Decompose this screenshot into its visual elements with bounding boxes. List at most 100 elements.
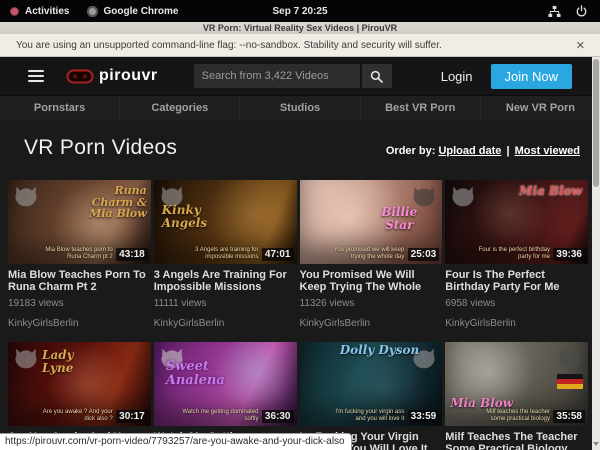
page-title-row: VR Porn Videos Order by: Upload date | M…	[0, 120, 600, 180]
hamburger-menu-icon[interactable]	[28, 70, 44, 82]
video-title[interactable]: 3 Angels Are Training For Impossible Mis…	[154, 269, 297, 293]
main-nav: Pornstars Categories Studios Best VR Por…	[0, 95, 600, 120]
video-thumbnail[interactable]: Mia Blow Milf teaches the teacher some p…	[445, 342, 588, 426]
video-thumbnail[interactable]: Runa Charm & Mia Blow Mia Blow teaches p…	[8, 180, 151, 264]
studio-link[interactable]: KinkyGirlsBerlin	[300, 318, 443, 329]
thumbnail-overlay-title: Mia Blow	[450, 397, 522, 410]
studio-link[interactable]: KinkyGirlsBerlin	[8, 318, 151, 329]
studio-link[interactable]: KinkyGirlsBerlin	[445, 318, 588, 329]
video-grid: Runa Charm & Mia Blow Mia Blow teaches p…	[0, 180, 600, 450]
join-now-button[interactable]: Join Now	[491, 64, 572, 89]
thumbnail-overlay-title: Mia Blow	[512, 185, 582, 198]
video-title[interactable]: You Promised We Will Keep Trying The Who…	[300, 269, 443, 293]
order-upload-date-link[interactable]: Upload date	[438, 145, 501, 157]
chrome-infobar: You are using an unsupported command-lin…	[0, 34, 600, 57]
video-card[interactable]: Billie Star You promised we will keep tr…	[300, 180, 443, 329]
app-menu-button[interactable]: Google Chrome	[87, 6, 178, 17]
infobar-message: You are using an unsupported command-lin…	[12, 40, 573, 51]
order-by-label: Order by:	[386, 145, 436, 157]
thumbnail-overlay-title: Billie Star	[368, 206, 430, 231]
thumbnail-caption: Are you awake ? And your dick also ?	[33, 409, 113, 423]
scrollbar-thumb[interactable]	[593, 59, 599, 187]
studio-watermark-cat-icon	[411, 346, 437, 370]
video-card[interactable]: Mia Blow Four is the perfect birthday pa…	[445, 180, 588, 329]
nav-studios[interactable]: Studios	[239, 96, 359, 120]
network-tray-icon[interactable]	[548, 5, 561, 18]
studio-watermark-cat-icon	[159, 346, 185, 370]
thumbnail-overlay-title: Lady Lyne	[42, 349, 106, 374]
video-card[interactable]: Kinky Angels 3 Angels are training for i…	[154, 180, 297, 329]
search-bar	[194, 64, 392, 88]
video-card[interactable]: Mia Blow Milf teaches the teacher some p…	[445, 342, 588, 450]
studio-watermark-cat-icon	[13, 184, 39, 208]
search-icon	[370, 70, 383, 83]
thumbnail-caption: 3 Angels are training for impossible mis…	[179, 247, 259, 261]
search-input[interactable]	[194, 64, 360, 88]
studio-watermark-cat-icon	[450, 184, 476, 208]
studio-watermark-cat-icon	[411, 184, 437, 208]
status-url-bubble: https://pirouvr.com/vr-porn-video/779325…	[0, 433, 352, 450]
scrollbar-down-arrow-icon[interactable]	[592, 439, 600, 449]
video-thumbnail[interactable]: Kinky Angels 3 Angels are training for i…	[154, 180, 297, 264]
duration-badge: 30:17	[116, 410, 148, 423]
video-title[interactable]: Four Is The Perfect Birthday Party For M…	[445, 269, 588, 293]
chrome-app-icon	[87, 6, 98, 17]
logo-text: pirouvr	[99, 67, 158, 85]
german-flag-icon	[557, 374, 583, 389]
activities-button[interactable]: Activities	[10, 6, 69, 17]
studio-watermark-cat-icon	[159, 184, 185, 208]
video-title[interactable]: Milf Teaches The Teacher Some Practical …	[445, 431, 588, 450]
duration-badge: 25:03	[408, 248, 440, 261]
view-count: 19183 views	[8, 298, 151, 309]
thumbnail-overlay-title: Runa Charm & Mia Blow	[71, 185, 147, 220]
thumbnail-caption: Mia Blow teaches porn to Runa Charm pt 2	[33, 247, 113, 261]
window-title: VR Porn: Virtual Reality Sex Videos | Pi…	[0, 22, 600, 34]
thumbnail-caption: I'm fucking your virgin ass and you will…	[324, 409, 404, 423]
view-count: 11111 views	[154, 298, 297, 309]
infobar-close-icon[interactable]: ✕	[573, 39, 588, 52]
vr-goggles-icon	[66, 69, 94, 84]
duration-badge: 33:59	[408, 410, 440, 423]
duration-badge: 35:58	[553, 410, 585, 423]
studio-link[interactable]: KinkyGirlsBerlin	[154, 318, 297, 329]
duration-badge: 39:36	[553, 248, 585, 261]
recording-dot-icon	[10, 7, 19, 16]
nav-pornstars[interactable]: Pornstars	[0, 96, 119, 120]
thumbnail-caption: Milf teaches the teacher some practical …	[470, 409, 550, 423]
app-menu-label: Google Chrome	[103, 6, 178, 17]
studio-watermark-cat-icon	[557, 346, 583, 370]
site-logo[interactable]: pirouvr	[66, 67, 158, 85]
studio-watermark-cat-icon	[13, 346, 39, 370]
nav-new-vr-porn[interactable]: New VR Porn	[480, 96, 600, 120]
video-card[interactable]: Runa Charm & Mia Blow Mia Blow teaches p…	[8, 180, 151, 329]
thumbnail-caption: Four is the perfect birthday party for m…	[470, 247, 550, 261]
order-most-viewed-link[interactable]: Most viewed	[515, 145, 580, 157]
order-by: Order by: Upload date | Most viewed	[386, 145, 580, 160]
login-link[interactable]: Login	[441, 69, 473, 84]
video-thumbnail[interactable]: Mia Blow Four is the perfect birthday pa…	[445, 180, 588, 264]
screen: Activities Google Chrome Sep 7 20:25 VR …	[0, 0, 600, 450]
nav-best-vr-porn[interactable]: Best VR Porn	[360, 96, 480, 120]
nav-categories[interactable]: Categories	[119, 96, 239, 120]
power-icon[interactable]	[575, 5, 588, 18]
video-thumbnail[interactable]: Dolly Dyson I'm fucking your virgin ass …	[300, 342, 443, 426]
thumbnail-caption: Watch me getting dominated softly	[179, 409, 259, 423]
thumbnail-overlay-title: Dolly Dyson	[338, 344, 422, 357]
order-separator: |	[504, 145, 511, 157]
duration-badge: 43:18	[116, 248, 148, 261]
site-header: pirouvr Login Join Now	[0, 57, 600, 95]
thumbnail-caption: You promised we will keep trying the who…	[324, 247, 404, 261]
web-page: pirouvr Login Join Now Pornstars Categor…	[0, 57, 600, 450]
activities-label: Activities	[25, 6, 69, 17]
system-top-bar: Activities Google Chrome Sep 7 20:25	[0, 0, 600, 22]
search-button[interactable]	[362, 64, 392, 88]
scrollbar[interactable]	[592, 57, 600, 450]
video-thumbnail[interactable]: Sweet Analena Watch me getting dominated…	[154, 342, 297, 426]
video-thumbnail[interactable]: Lady Lyne Are you awake ? And your dick …	[8, 342, 151, 426]
video-thumbnail[interactable]: Billie Star You promised we will keep tr…	[300, 180, 443, 264]
view-count: 6958 views	[445, 298, 588, 309]
duration-badge: 36:30	[262, 410, 294, 423]
duration-badge: 47:01	[262, 248, 294, 261]
video-title[interactable]: Mia Blow Teaches Porn To Runa Charm Pt 2	[8, 269, 151, 293]
page-title: VR Porn Videos	[24, 136, 177, 160]
